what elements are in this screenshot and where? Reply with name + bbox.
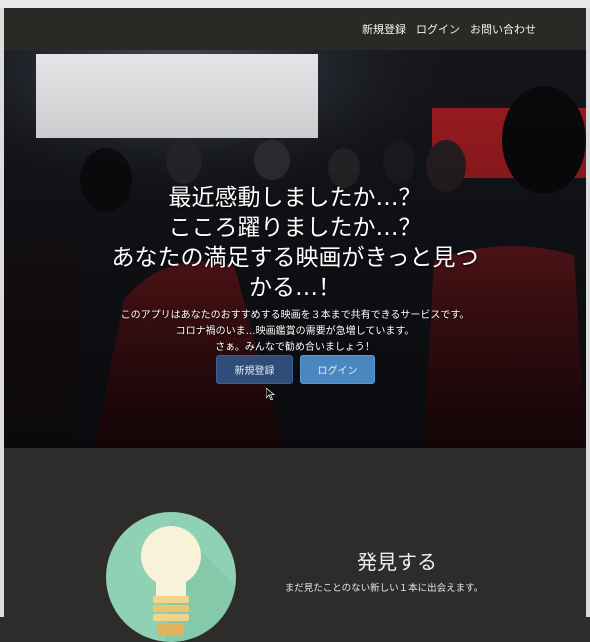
feature-icon-circle xyxy=(106,512,236,642)
hero-description: このアプリはあなたのおすすめする映画を３本まで共有できるサービスです。 コロナ禍… xyxy=(4,308,586,356)
feature-title: 発見する xyxy=(357,550,437,574)
mouse-cursor-icon xyxy=(266,388,276,400)
hero-headline-line: こころ躍りましたか…？ xyxy=(168,215,422,242)
hero-description-line: コロナ禍のいま…映画鑑賞の需要が急増しています。 xyxy=(175,326,415,337)
window-right-edge xyxy=(586,8,590,617)
feature-description: まだ見たことのない新しい１本に出会えます。 xyxy=(284,583,484,594)
nav-contact-link[interactable]: お問い合わせ xyxy=(470,21,536,37)
hero-section: 最近感動しましたか…？ こころ躍りましたか…？ あなたの満足する映画がきっと見つ… xyxy=(4,50,586,448)
signup-button[interactable]: 新規登録 xyxy=(216,355,293,384)
feature-section: 発見する まだ見たことのない新しい１本に出会えます。 xyxy=(4,448,586,642)
nav-signup-link[interactable]: 新規登録 xyxy=(362,21,406,37)
login-button[interactable]: ログイン xyxy=(300,355,375,384)
hero-description-line: このアプリはあなたのおすすめする映画を３本まで共有できるサービスです。 xyxy=(120,310,470,321)
top-navbar: 新規登録 ログイン お問い合わせ xyxy=(4,8,586,50)
hero-headline-line: かる…！ xyxy=(249,275,341,302)
lightbulb-icon xyxy=(141,522,236,642)
nav-login-link[interactable]: ログイン xyxy=(416,21,460,37)
hero-description-line: さぁ。みんなで勧め合いましょう！ xyxy=(215,342,375,353)
hero-headline: 最近感動しましたか…？ こころ躍りましたか…？ あなたの満足する映画がきっと見つ… xyxy=(4,183,586,303)
window-top-edge xyxy=(0,0,590,8)
hero-headline-line: あなたの満足する映画がきっと見つ xyxy=(111,245,479,272)
hero-headline-line: 最近感動しましたか…？ xyxy=(168,185,422,212)
